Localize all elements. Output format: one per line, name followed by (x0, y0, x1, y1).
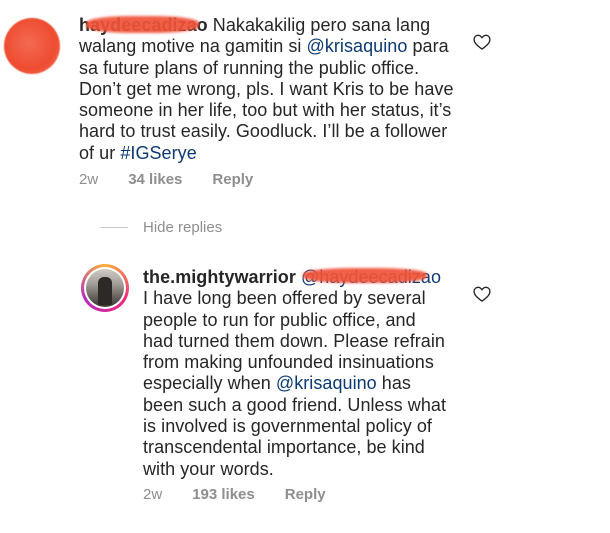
replier-username[interactable]: the.mightywarrior (143, 267, 296, 287)
reply-likes[interactable]: 193 likes (192, 486, 255, 503)
comment-body: haydeecadizao Nakakakilig pero sana lang… (79, 15, 454, 164)
comment-time: 2w (79, 171, 99, 188)
comment-meta: 2w 34 likes Reply (79, 171, 253, 188)
reply-meta: 2w 193 likes Reply (143, 486, 326, 503)
comment-text: Nakakakilig pero sana lang walang motive… (79, 15, 454, 163)
divider-line (100, 227, 128, 228)
like-comment-heart-icon[interactable] (472, 32, 492, 52)
mention-link[interactable]: @krisaquino (276, 373, 377, 393)
reply-reply-button[interactable]: Reply (285, 486, 326, 503)
comment-likes[interactable]: 34 likes (128, 171, 182, 188)
mention-link[interactable]: @krisaquino (307, 36, 408, 56)
reply-time: 2w (143, 486, 163, 503)
hide-replies-button[interactable]: Hide replies (100, 219, 222, 236)
replier-avatar-photo (86, 269, 124, 307)
username-redaction (86, 16, 199, 33)
comment-reply-button[interactable]: Reply (212, 171, 253, 188)
mention-redaction (303, 268, 427, 283)
commenter-avatar[interactable] (4, 18, 60, 74)
hide-replies-label: Hide replies (143, 219, 223, 236)
reply-text: I have long been offered by several peop… (143, 288, 446, 478)
hashtag-link[interactable]: #IGSerye (120, 143, 196, 163)
like-reply-heart-icon[interactable] (472, 284, 492, 304)
reply-body: the.mightywarrior @haydeecadizao I have … (143, 267, 448, 480)
replier-avatar[interactable] (81, 264, 129, 312)
